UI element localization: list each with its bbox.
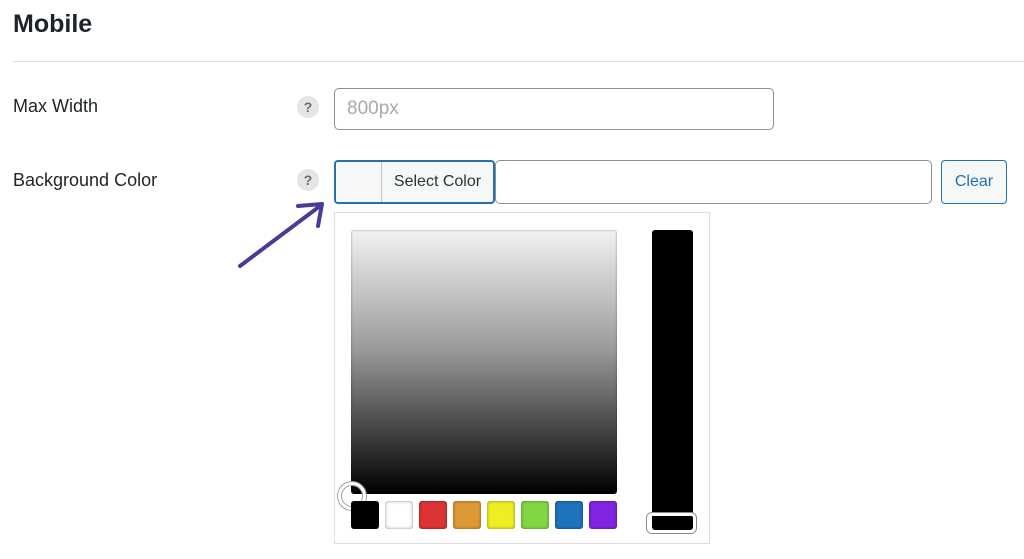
background-color-label: Background Color	[13, 170, 158, 190]
palette-swatch-white[interactable]	[385, 501, 413, 529]
background-color-help-icon[interactable]: ?	[297, 169, 319, 191]
palette-swatch-red[interactable]	[419, 501, 447, 529]
max-width-input[interactable]	[334, 88, 774, 130]
current-color-swatch	[336, 162, 382, 202]
palette-swatch-green[interactable]	[521, 501, 549, 529]
color-picker-panel	[334, 212, 710, 544]
section-title: Mobile	[13, 10, 93, 38]
annotation-arrow-icon	[238, 202, 324, 268]
max-width-help-icon[interactable]: ?	[297, 96, 319, 118]
palette-swatch-purple[interactable]	[589, 501, 617, 529]
max-width-label: Max Width	[13, 96, 99, 116]
section-divider	[13, 61, 1024, 62]
saturation-value-square[interactable]	[351, 230, 617, 494]
settings-page: Mobile Max Width ? Background Color ? Se…	[0, 0, 1024, 559]
hue-strip-handle[interactable]	[647, 513, 696, 533]
palette-swatch-blue[interactable]	[555, 501, 583, 529]
palette-swatch-black[interactable]	[351, 501, 379, 529]
select-color-label: Select Color	[393, 173, 482, 190]
palette-swatches	[351, 501, 617, 529]
palette-swatch-yellow[interactable]	[487, 501, 515, 529]
palette-swatch-orange[interactable]	[453, 501, 481, 529]
clear-button[interactable]: Clear	[941, 160, 1007, 204]
hue-strip[interactable]	[652, 230, 693, 530]
select-color-button[interactable]: Select Color	[334, 160, 495, 204]
color-hex-input[interactable]	[495, 160, 932, 204]
